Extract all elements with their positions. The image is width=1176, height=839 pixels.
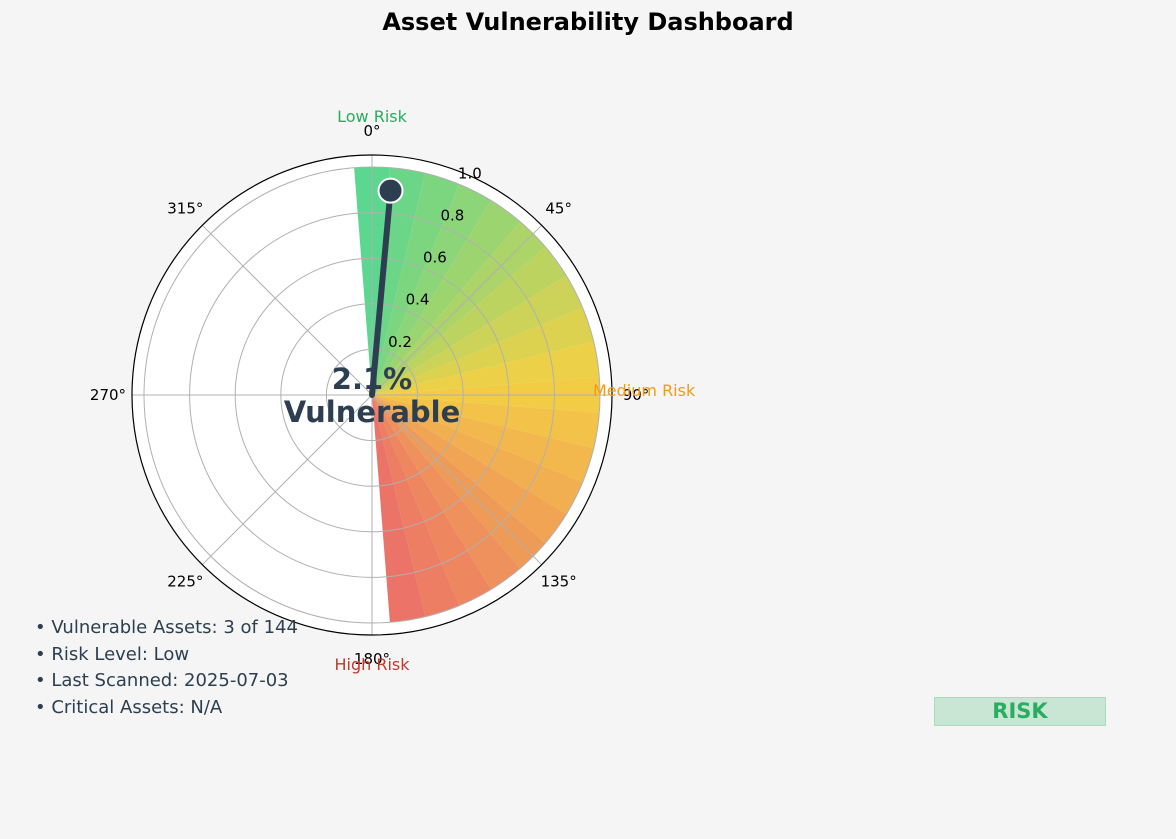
needle-tip — [377, 177, 404, 204]
angle-tick-label: 270° — [90, 386, 126, 404]
angle-tick-label: 45° — [545, 199, 572, 217]
angle-tick-label: 315° — [167, 199, 203, 217]
zone-label-high: High Risk — [334, 655, 410, 674]
info-last-scanned: • Last Scanned: 2025-07-03 — [35, 670, 289, 691]
risk-badge: RISK — [934, 697, 1106, 726]
radial-tick-label: 0.2 — [388, 333, 412, 351]
radial-tick-label: 1.0 — [458, 164, 482, 182]
zone-label-low: Low Risk — [337, 107, 407, 126]
center-value-label: 2.1% — [332, 362, 412, 396]
radial-tick-label: 0.8 — [440, 206, 464, 224]
zone-label-medium: Medium Risk — [593, 381, 696, 400]
info-vulnerable-assets: • Vulnerable Assets: 3 of 144 — [35, 617, 298, 638]
radial-tick-label: 0.6 — [423, 249, 447, 267]
info-risk-level: • Risk Level: Low — [35, 643, 190, 665]
info-critical-assets: • Critical Assets: N/A — [35, 696, 223, 718]
angle-tick-label: 225° — [167, 573, 203, 591]
center-sub-label: Vulnerable — [284, 395, 461, 429]
angle-tick-label: 135° — [541, 573, 577, 591]
info-list: • Vulnerable Assets: 3 of 144 • Risk Lev… — [35, 615, 298, 721]
radial-tick-label: 0.4 — [406, 291, 430, 309]
